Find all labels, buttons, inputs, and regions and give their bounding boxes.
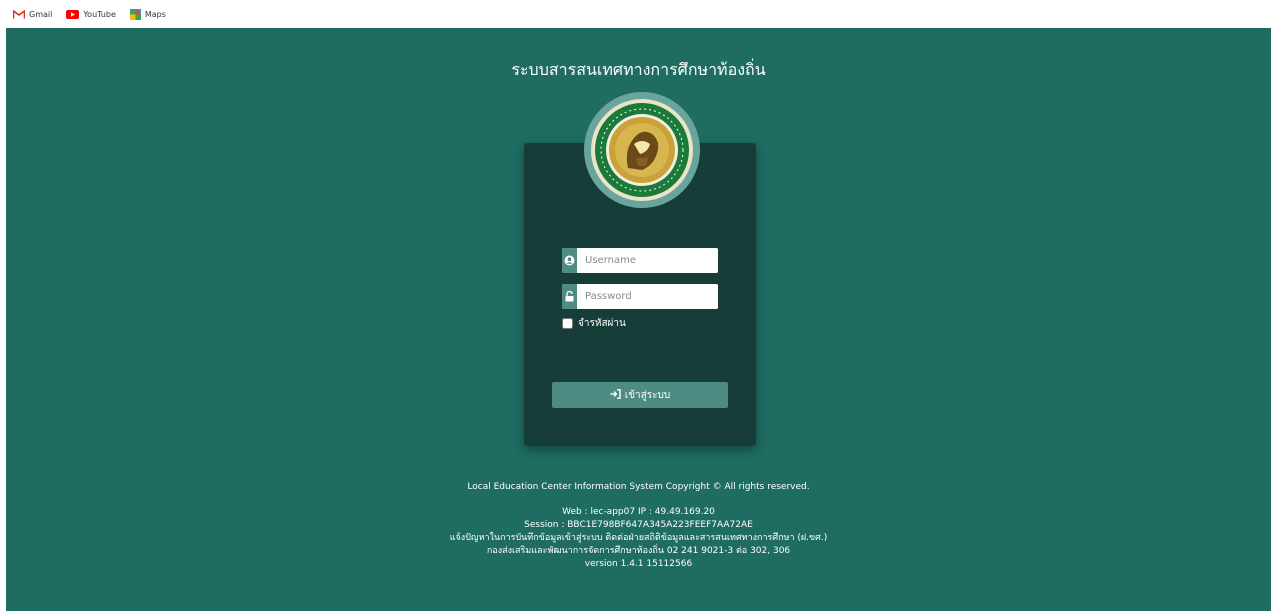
bookmark-label: Gmail [29, 9, 53, 19]
login-page: ระบบสารสนเทศทางการศึกษาท้องถิ่น Username… [6, 28, 1271, 611]
maps-icon [129, 8, 141, 20]
bookmark-maps[interactable]: Maps [129, 8, 166, 20]
password-field-group [562, 284, 718, 309]
footer-web: Web : lec-app07 IP : 49.49.169.20 [562, 507, 715, 517]
unlock-icon [562, 284, 577, 309]
footer-info: Web : lec-app07 IP : 49.49.169.20 Sessio… [6, 506, 1271, 571]
footer-contact: แจ้งปัญหาในการบันทึกข้อมูลเข้าสู่ระบบ ติ… [449, 533, 828, 543]
gmail-icon [13, 9, 25, 19]
bookmarks-bar: Gmail YouTube Maps [0, 0, 1271, 28]
remember-password: จำรหัสผ่าน [562, 316, 626, 331]
footer-session: Session : BBC1E798BF647A345A223FEEF7AA72… [524, 520, 753, 530]
bookmark-youtube[interactable]: YouTube [66, 9, 116, 19]
sign-in-icon [610, 388, 621, 402]
bookmark-gmail[interactable]: Gmail [13, 9, 53, 19]
footer-division: กองส่งเสริมและพัฒนาการจัดการศึกษาท้องถิ่… [486, 546, 791, 556]
user-icon [562, 248, 577, 273]
footer-copyright: Local Education Center Information Syste… [467, 482, 810, 492]
site-title: ระบบสารสนเทศทางการศึกษาท้องถิ่น [511, 60, 766, 79]
footer-version: version 1.4.1 15112566 [584, 559, 693, 569]
bookmark-label: YouTube [83, 9, 116, 19]
seal-emblem-icon [591, 99, 693, 201]
username-input[interactable] [577, 248, 718, 273]
bookmark-label: Maps [144, 9, 166, 19]
login-button-label: เข้าสู่ระบบ [624, 389, 671, 401]
username-field-group [562, 248, 718, 273]
youtube-icon [66, 9, 80, 19]
login-button[interactable]: เข้าสู่ระบบ [552, 382, 728, 408]
remember-password-label: จำรหัสผ่าน [578, 318, 626, 329]
password-input[interactable] [577, 284, 718, 309]
department-seal-logo [584, 92, 700, 208]
remember-password-checkbox[interactable] [562, 318, 573, 329]
